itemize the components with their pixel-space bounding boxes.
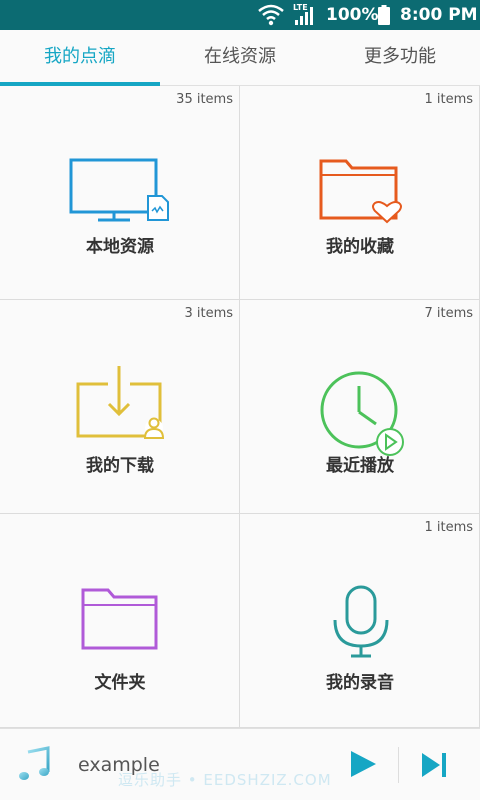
folder-icon [81, 588, 158, 650]
item-count: 1 items [424, 92, 473, 107]
tab-bar: 我的点滴 在线资源 更多功能 [0, 30, 480, 86]
play-button[interactable] [348, 749, 378, 779]
item-count: 1 items [424, 520, 473, 535]
mini-player: example 逗乐助手 • EEDSHZIZ.COM [0, 728, 480, 800]
grid-item-label: 我的录音 [326, 673, 394, 693]
wifi-icon [258, 4, 284, 26]
grid-item-label: 本地资源 [86, 237, 154, 257]
grid-item-label: 文件夹 [94, 673, 146, 693]
clock-play-icon [320, 371, 404, 456]
grid-item-label: 我的下载 [86, 456, 154, 476]
tab-online-resources[interactable]: 在线资源 [160, 30, 320, 86]
folder-heart-icon [319, 159, 402, 224]
grid-item-favorites[interactable]: 1 items 我的收藏 [240, 86, 480, 300]
clock-time: 8:00 PM [400, 5, 478, 25]
music-note-icon[interactable] [16, 746, 52, 782]
item-count: 7 items [424, 306, 473, 321]
grid-item-recently-played[interactable]: 7 items 最近播放 [240, 300, 480, 514]
grid-item-label: 最近播放 [326, 456, 394, 476]
signal-icon [295, 7, 313, 25]
grid-item-local-resources[interactable]: 35 items 本地资源 [0, 86, 240, 300]
battery-icon [378, 5, 390, 25]
watermark-text: 逗乐助手 • EEDSHZIZ.COM [118, 771, 332, 789]
item-count: 35 items [176, 92, 233, 107]
grid-item-folders[interactable]: 文件夹 [0, 514, 240, 728]
monitor-file-icon [69, 158, 169, 222]
grid-item-label: 我的收藏 [326, 237, 394, 257]
download-tray-icon [76, 366, 165, 439]
status-bar: LTE 100% 8:00 PM [0, 0, 480, 30]
item-count: 3 items [184, 306, 233, 321]
player-divider [398, 747, 399, 783]
battery-percent: 100% [326, 5, 379, 25]
category-grid: 35 items 本地资源 1 items 我的收藏 3 items 我的下载 … [0, 86, 480, 728]
tab-my-moments[interactable]: 我的点滴 [0, 30, 160, 86]
microphone-icon [333, 585, 389, 658]
grid-item-recordings[interactable]: 1 items 我的录音 [240, 514, 480, 728]
next-track-button[interactable] [420, 751, 450, 779]
tab-more-features[interactable]: 更多功能 [320, 30, 480, 86]
grid-item-downloads[interactable]: 3 items 我的下载 [0, 300, 240, 514]
